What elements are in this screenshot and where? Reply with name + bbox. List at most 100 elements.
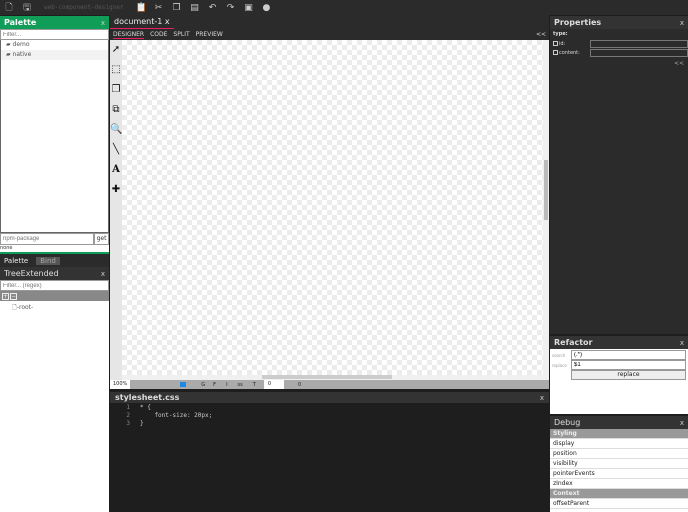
debug-row: offsetParent (550, 499, 688, 509)
value-field-2[interactable]: 0 (298, 382, 301, 388)
palette-header: Palette x (0, 16, 109, 29)
paste-icon[interactable]: ▤ (189, 3, 199, 13)
line-number: 2 (126, 412, 130, 419)
npm-status: none (0, 245, 13, 251)
palette-close-button[interactable]: x (101, 19, 105, 27)
preview-icon[interactable]: ▣ (243, 3, 253, 13)
expand-all-icon[interactable]: + (2, 292, 9, 300)
status-bar: 100% G F I ss T 0 0 (110, 380, 549, 389)
palette-item-native[interactable]: ▰ native (1, 50, 108, 60)
refactor-close-button[interactable]: x (680, 339, 684, 347)
save-icon[interactable]: 🖫 (22, 3, 32, 13)
mode-designer[interactable]: DESIGNER (113, 31, 145, 39)
cut-icon[interactable]: ✂ (153, 3, 163, 13)
search-input[interactable] (571, 350, 686, 360)
refactor-panel: Refactor x search replace replace (550, 336, 688, 414)
mode-preview[interactable]: PREVIEW (196, 31, 223, 38)
line-number: 3 (126, 420, 130, 427)
text-tool-icon[interactable]: A (110, 160, 122, 180)
npm-package-input[interactable] (0, 233, 94, 245)
mode-split[interactable]: SPLIT (173, 31, 189, 38)
selection-indicator (180, 382, 187, 387)
tab-palette[interactable]: Palette (0, 257, 32, 265)
tab-document-1[interactable]: document-1 x (110, 15, 174, 30)
design-canvas[interactable] (122, 40, 543, 375)
tree-filter-input[interactable] (0, 280, 109, 291)
properties-title: Properties (554, 18, 602, 27)
stylesheet-close-button[interactable]: x (540, 394, 544, 402)
properties-close-button[interactable]: x (680, 19, 684, 27)
status-i[interactable]: I (226, 382, 227, 388)
value-field-1[interactable]: 0 (263, 380, 284, 389)
mode-code[interactable]: CODE (150, 31, 167, 38)
layers-tool-icon[interactable]: ⧉ (110, 100, 122, 120)
mode-bar: DESIGNER CODE SPLIT PREVIEW << (110, 29, 549, 40)
github-icon[interactable]: ● (261, 3, 271, 13)
tab-label: document-1 (114, 17, 163, 26)
palette-filter-input[interactable] (0, 29, 109, 40)
collapse-button[interactable]: << (536, 31, 546, 38)
id-checkbox[interactable] (553, 41, 558, 46)
search-label: search (552, 352, 566, 358)
debug-panel: Debug x Styling display position visibility… (550, 416, 688, 512)
tree-close-button[interactable]: x (101, 270, 105, 278)
content-checkbox[interactable] (553, 50, 558, 55)
tool-strip: ➚ ⬚ ❐ ⧉ 🔍 ╲ A ✚ (110, 40, 122, 380)
debug-row: visibility (550, 459, 688, 469)
debug-section-header: Context (550, 489, 688, 499)
line-text: } (140, 420, 144, 427)
properties-collapse-button[interactable]: << (550, 57, 688, 70)
line-tool-icon[interactable]: ╲ (110, 140, 122, 160)
properties-header: Properties x (550, 16, 688, 29)
content-label: content: (559, 49, 580, 56)
status-f[interactable]: F (213, 382, 216, 388)
collapse-all-icon[interactable]: − (10, 292, 17, 300)
copy-tool-icon[interactable]: ❐ (110, 80, 122, 100)
zoom-level[interactable]: 100% (110, 380, 131, 389)
debug-header: Debug x (550, 416, 688, 429)
palette-item-label: demo (12, 41, 30, 48)
status-g[interactable]: G (201, 382, 205, 388)
debug-row: display (550, 439, 688, 449)
status-t[interactable]: T (253, 382, 256, 388)
get-button[interactable]: get (94, 233, 109, 245)
document-tabs: document-1 x (110, 15, 549, 30)
tree-root-node[interactable]: 🗋-root- (0, 301, 109, 315)
top-toolbar: 🗋 🖫 web-component-designer 📋 ✂ ❐ ▤ ↶ ↷ ▣… (0, 0, 688, 15)
stylesheet-header: stylesheet.css x (110, 392, 549, 403)
pointer-tool-icon[interactable]: ➚ (110, 40, 122, 60)
tab-bind[interactable]: Bind (36, 256, 60, 265)
debug-row: position (550, 449, 688, 459)
left-tabs: Palette Bind (0, 254, 109, 267)
debug-close-button[interactable]: x (680, 419, 684, 427)
replace-button[interactable]: replace (571, 370, 686, 380)
line-text: font-size: 20px; (140, 412, 213, 419)
tab-close-button[interactable]: x (165, 17, 170, 26)
palette-item-label: native (12, 51, 32, 58)
app-title: web-component-designer (44, 4, 124, 11)
status-ss[interactable]: ss (238, 382, 243, 388)
new-file-icon[interactable]: 🗋 (4, 3, 14, 13)
palette-item-demo[interactable]: ▰ demo (1, 40, 108, 50)
css-editor[interactable]: 1 * { 2 font-size: 20px; 3} (110, 403, 549, 512)
copy-icon[interactable]: ❐ (171, 3, 181, 13)
id-label: id: (559, 40, 566, 47)
canvas-vertical-scrollbar[interactable] (543, 40, 549, 380)
rect-select-tool-icon[interactable]: ⬚ (110, 60, 122, 80)
clipboard-icon[interactable]: 📋 (135, 3, 146, 13)
tree-title: TreeExtended (4, 269, 59, 278)
code-line: 1 * { (110, 404, 549, 412)
code-line: 2 font-size: 20px; (110, 412, 549, 420)
redo-icon[interactable]: ↷ (225, 3, 235, 13)
zoom-tool-icon[interactable]: 🔍 (110, 120, 122, 140)
content-input[interactable] (590, 48, 688, 57)
tree-header: TreeExtended x (0, 267, 109, 280)
id-input[interactable] (590, 39, 688, 48)
tree-root-label: -root- (16, 304, 34, 311)
undo-icon[interactable]: ↶ (207, 3, 217, 13)
line-text: * { (140, 404, 151, 411)
replace-input[interactable] (571, 360, 686, 370)
grid-tool-icon[interactable]: ✚ (110, 180, 122, 200)
type-label: type: (553, 31, 568, 37)
code-line: 3} (110, 420, 549, 428)
